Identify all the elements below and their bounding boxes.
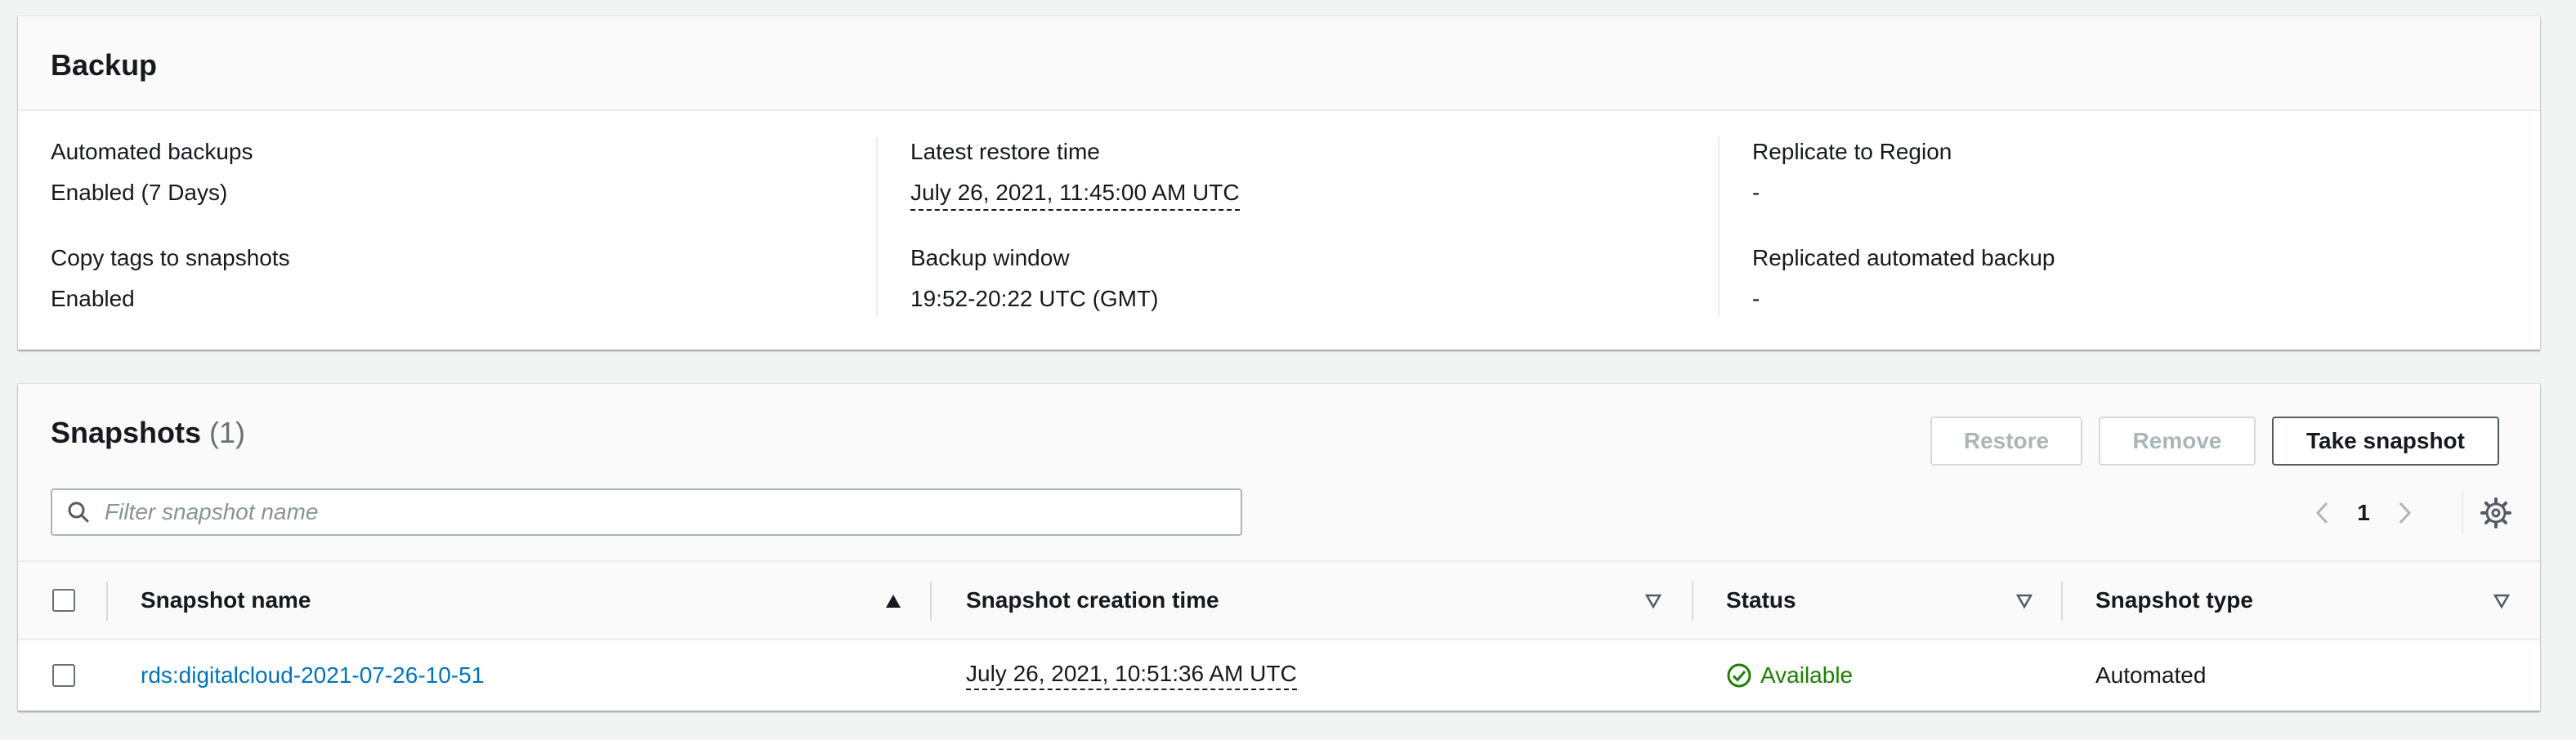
snapshot-name-link[interactable]: rds:digitalcloud-2021-07-26-10-51 [141, 662, 484, 689]
backup-header: Backup [18, 16, 2540, 111]
status-text: Available [1760, 662, 1854, 688]
snapshots-title: Snapshots (1) [51, 417, 245, 449]
row-select-cell [52, 640, 75, 711]
latest-restore-value[interactable]: July 26, 2021, 11:45:00 AM UTC [910, 178, 1240, 211]
snapshots-count: (1) [209, 416, 246, 449]
snapshots-table-header: Snapshot name Snapshot creation time Sta… [18, 562, 2540, 640]
automated-backups-item: Automated backups Enabled (7 Days) [51, 137, 852, 243]
backup-window-value: 19:52-20:22 UTC (GMT) [910, 286, 1159, 311]
pagination: 1 [2306, 488, 2421, 537]
replicate-region-item: Replicate to Region - [1752, 137, 2535, 243]
take-snapshot-button[interactable]: Take snapshot [2272, 417, 2499, 466]
column-divider [930, 582, 932, 621]
replicated-backup-item: Replicated automated backup - [1752, 243, 2535, 350]
remove-button[interactable]: Remove [2099, 417, 2256, 466]
backup-window-label: Backup window [910, 245, 1070, 270]
table-row[interactable]: rds:digitalcloud-2021-07-26-10-51 July 2… [18, 640, 2540, 711]
filter-snapshot-search[interactable] [51, 488, 1242, 536]
copy-tags-value: Enabled [51, 286, 135, 311]
select-all-checkbox[interactable] [52, 589, 75, 612]
column-divider [106, 582, 108, 621]
snapshots-title-text: Snapshots [51, 416, 202, 449]
backup-column-1: Automated backups Enabled (7 Days) Copy … [51, 137, 852, 317]
column-divider [2061, 582, 2063, 621]
snapshot-name-cell: rds:digitalcloud-2021-07-26-10-51 [141, 640, 484, 711]
caret-down-outline-icon[interactable] [2015, 593, 2033, 609]
copy-tags-label: Copy tags to snapshots [51, 245, 290, 270]
search-icon [68, 502, 89, 523]
latest-restore-label: Latest restore time [910, 139, 1100, 164]
current-page-number[interactable]: 1 [2339, 500, 2388, 526]
row-checkbox[interactable] [52, 664, 75, 687]
backup-column-3: Replicate to Region - Replicated automat… [1718, 137, 2535, 317]
backup-details: Automated backups Enabled (7 Days) Copy … [18, 111, 2540, 350]
column-divider [1692, 582, 1693, 621]
snapshots-header: Snapshots (1) Restore Remove Take snapsh… [18, 384, 2540, 562]
snapshots-panel: Snapshots (1) Restore Remove Take snapsh… [18, 384, 2540, 711]
creation-time-value[interactable]: July 26, 2021, 10:51:36 AM UTC [966, 661, 1297, 690]
backup-window-item: Backup window 19:52-20:22 UTC (GMT) [910, 243, 1693, 350]
filter-snapshot-input[interactable] [105, 499, 1167, 525]
creation-time-cell: July 26, 2021, 10:51:36 AM UTC [966, 640, 1297, 711]
latest-restore-item: Latest restore time July 26, 2021, 11:45… [910, 137, 1693, 243]
automated-backups-value: Enabled (7 Days) [51, 180, 228, 205]
column-header-snapshot-type[interactable]: Snapshot type [2095, 562, 2253, 639]
status-badge: Available [1726, 662, 1853, 689]
column-header-status[interactable]: Status [1726, 562, 1796, 639]
caret-up-icon[interactable] [884, 593, 902, 609]
chevron-left-icon[interactable] [2306, 497, 2339, 529]
replicate-region-value: - [1752, 180, 1760, 205]
restore-button[interactable]: Restore [1930, 417, 2082, 466]
snapshot-type-cell: Automated [2095, 662, 2207, 688]
copy-tags-item: Copy tags to snapshots Enabled [51, 243, 852, 350]
column-header-creation-time[interactable]: Snapshot creation time [966, 562, 1219, 639]
backup-column-2: Latest restore time July 26, 2021, 11:45… [876, 137, 1693, 317]
caret-down-outline-icon[interactable] [1644, 593, 1662, 609]
select-all-cell [52, 562, 75, 639]
backup-title: Backup [51, 48, 158, 82]
status-cell: Available [1726, 640, 1853, 711]
caret-down-outline-icon[interactable] [2493, 593, 2511, 609]
gear-icon[interactable] [2480, 497, 2512, 529]
replicated-backup-value: - [1752, 286, 1760, 311]
backup-panel: Backup Automated backups Enabled (7 Days… [18, 16, 2540, 350]
automated-backups-label: Automated backups [51, 139, 253, 164]
replicated-backup-label: Replicated automated backup [1752, 245, 2055, 270]
check-circle-icon [1727, 663, 1751, 688]
column-header-snapshot-name[interactable]: Snapshot name [141, 562, 311, 639]
pager-divider [2462, 492, 2463, 534]
chevron-right-icon[interactable] [2388, 497, 2421, 529]
replicate-region-label: Replicate to Region [1752, 139, 1952, 164]
